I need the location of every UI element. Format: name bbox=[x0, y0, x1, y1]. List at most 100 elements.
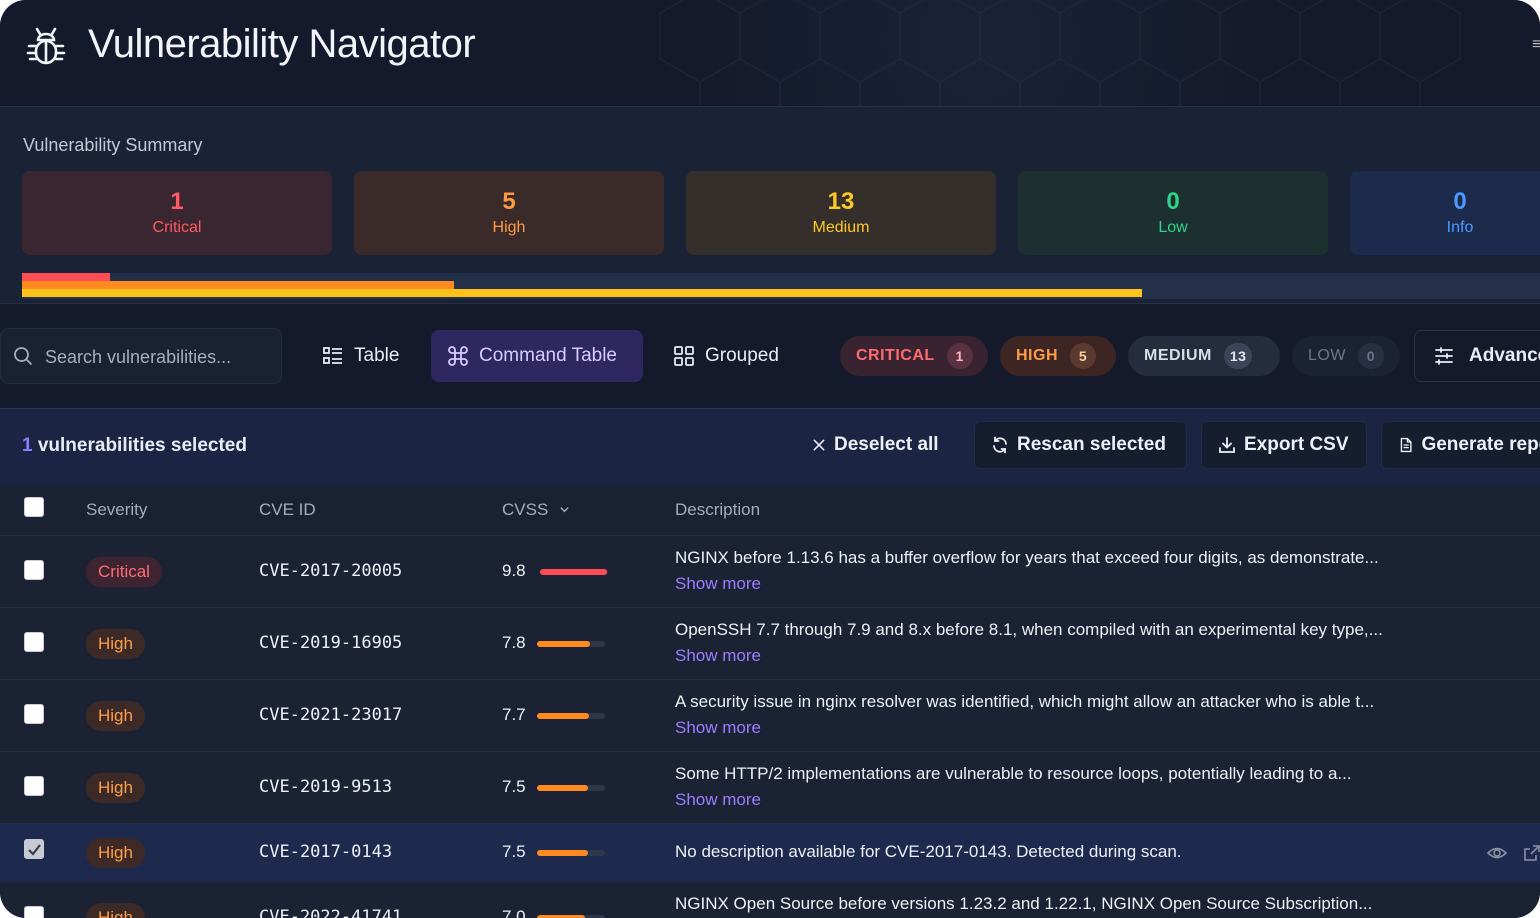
row-checkbox[interactable] bbox=[24, 704, 44, 724]
high-count: 5 bbox=[502, 188, 516, 215]
document-icon bbox=[1400, 437, 1412, 453]
row-checkbox[interactable] bbox=[24, 560, 44, 580]
rescan-selected-button[interactable]: Rescan selected bbox=[974, 421, 1187, 469]
command-icon bbox=[448, 346, 468, 366]
row-checkbox[interactable] bbox=[24, 632, 44, 652]
cve-id[interactable]: CVE-2017-0143 bbox=[259, 842, 392, 862]
show-more-link[interactable]: Show more bbox=[675, 718, 761, 738]
vulnerability-description: OpenSSH 7.7 through 7.9 and 8.x before 8… bbox=[675, 620, 1383, 639]
deselect-all-button[interactable]: Deselect all bbox=[796, 421, 955, 469]
summary-title: Vulnerability Summary bbox=[23, 135, 203, 155]
medium-label: Medium bbox=[812, 219, 870, 236]
medium-distribution-segment bbox=[22, 289, 1142, 297]
severity-column-header[interactable]: Severity bbox=[86, 500, 147, 520]
filter-medium-pill[interactable]: MEDIUM 13 bbox=[1128, 336, 1280, 376]
cve-id[interactable]: CVE-2019-9513 bbox=[259, 777, 392, 797]
cvss-score-bar bbox=[537, 713, 605, 719]
cvss-score-bar bbox=[537, 850, 605, 856]
low-label: Low bbox=[1158, 219, 1188, 236]
medium-stat-card[interactable]: 13 Medium bbox=[686, 171, 996, 255]
table-row[interactable]: High CVE-2022-41741 7.0 NGINX Open Source b… bbox=[0, 882, 1540, 918]
external-link-icon[interactable] bbox=[1522, 843, 1540, 863]
show-more-link[interactable]: Show more bbox=[675, 574, 761, 594]
vulnerability-description: Some HTTP/2 implementations are vulnerab… bbox=[675, 764, 1352, 783]
selection-text: vulnerabilities selected bbox=[32, 435, 247, 456]
export-csv-button[interactable]: Export CSV bbox=[1201, 421, 1367, 469]
chevron-down-icon bbox=[560, 507, 569, 513]
low-count: 0 bbox=[1166, 188, 1180, 215]
view-table-label: Table bbox=[354, 345, 400, 366]
high-label: High bbox=[492, 219, 526, 236]
advanced-filter-button[interactable]: Advanced bbox=[1414, 330, 1540, 382]
severity-badge: High bbox=[86, 838, 145, 868]
filter-medium-count: 13 bbox=[1223, 343, 1253, 369]
cvss-score-bar bbox=[540, 569, 608, 575]
vulnerability-description: NGINX before 1.13.6 has a buffer overflo… bbox=[675, 548, 1379, 567]
view-table-button[interactable]: Table bbox=[306, 330, 415, 382]
high-stat-card[interactable]: 5 High bbox=[354, 171, 664, 255]
vulnerability-description: No description available for CVE-2017-01… bbox=[675, 842, 1182, 861]
row-checkbox[interactable] bbox=[24, 776, 44, 796]
severity-badge: High bbox=[86, 701, 145, 731]
critical-distribution-segment bbox=[22, 273, 110, 281]
info-label: Info bbox=[1446, 219, 1474, 236]
severity-badge: High bbox=[86, 773, 145, 803]
show-more-link[interactable]: Show more bbox=[675, 646, 761, 666]
filter-high-pill[interactable]: HIGH 5 bbox=[1000, 336, 1116, 376]
cve-id[interactable]: CVE-2022-41741 bbox=[259, 907, 402, 918]
severity-badge: High bbox=[86, 903, 145, 918]
filter-medium-label: MEDIUM bbox=[1144, 347, 1212, 364]
rescan-selected-label: Rescan selected bbox=[1017, 434, 1166, 455]
app-title: Vulnerability Navigator bbox=[88, 22, 476, 66]
cvss-score-bar bbox=[537, 641, 605, 647]
filter-critical-pill[interactable]: CRITICAL 1 bbox=[840, 336, 988, 376]
table-row[interactable]: High CVE-2021-23017 7.7 A security issue in… bbox=[0, 680, 1540, 752]
header-menu-icon[interactable]: ≡ bbox=[1532, 36, 1540, 54]
low-stat-card[interactable]: 0 Low bbox=[1018, 171, 1328, 255]
cvss-score: 7.7 bbox=[502, 705, 526, 724]
info-stat-card[interactable]: 0 Info bbox=[1350, 171, 1540, 255]
cve-id-column-header[interactable]: CVE ID bbox=[259, 500, 316, 520]
row-checkbox[interactable] bbox=[24, 906, 44, 918]
description-column-header[interactable]: Description bbox=[675, 500, 760, 520]
cvss-score-bar-fill bbox=[537, 641, 590, 647]
table-row[interactable]: High CVE-2019-16905 7.8 OpenSSH 7.7 through… bbox=[0, 608, 1540, 680]
critical-label: Critical bbox=[152, 219, 202, 236]
cvss-score: 7.5 bbox=[502, 777, 526, 796]
table-row[interactable]: Critical CVE-2017-20005 9.8 NGINX before 1.… bbox=[0, 536, 1540, 608]
cvss-score-bar bbox=[537, 785, 605, 791]
advanced-label: Advanced bbox=[1469, 345, 1540, 366]
critical-stat-card[interactable]: 1 Critical bbox=[22, 171, 332, 255]
severity-badge: Critical bbox=[86, 557, 162, 587]
cvss-score: 7.8 bbox=[502, 633, 526, 652]
filter-high-label: HIGH bbox=[1016, 347, 1058, 364]
select-all-checkbox[interactable] bbox=[24, 497, 44, 517]
filter-critical-count: 1 bbox=[946, 343, 973, 369]
eye-icon[interactable] bbox=[1487, 843, 1507, 863]
search-box[interactable] bbox=[0, 328, 282, 384]
filter-low-count: 0 bbox=[1357, 343, 1384, 369]
cve-id[interactable]: CVE-2017-20005 bbox=[259, 561, 402, 581]
generate-report-button[interactable]: Generate report bbox=[1381, 421, 1540, 469]
view-command-table-label: Command Table bbox=[479, 345, 618, 366]
cve-id[interactable]: CVE-2021-23017 bbox=[259, 705, 402, 725]
show-more-link[interactable]: Show more bbox=[675, 790, 761, 810]
sliders-icon bbox=[1435, 347, 1453, 365]
cve-id[interactable]: CVE-2019-16905 bbox=[259, 633, 402, 653]
app-header: Vulnerability Navigator ≡ bbox=[0, 0, 1540, 106]
row-checkbox[interactable] bbox=[24, 839, 44, 859]
cvss-score-bar-fill bbox=[540, 569, 607, 575]
view-command-table-button[interactable]: Command Table bbox=[431, 330, 643, 382]
table-row[interactable]: High CVE-2017-0143 7.5 No description avail… bbox=[0, 824, 1540, 882]
close-icon bbox=[813, 439, 825, 451]
table-row[interactable]: High CVE-2019-9513 7.5 Some HTTP/2 implemen… bbox=[0, 752, 1540, 824]
filter-low-pill[interactable]: LOW 0 bbox=[1292, 336, 1400, 376]
cvss-column-header[interactable]: CVSS bbox=[502, 500, 570, 520]
medium-count: 13 bbox=[827, 188, 855, 215]
search-input[interactable] bbox=[45, 341, 275, 373]
view-grouped-button[interactable]: Grouped bbox=[657, 330, 795, 382]
severity-badge: High bbox=[86, 629, 145, 659]
deselect-all-label: Deselect all bbox=[834, 434, 939, 455]
checkmark-icon bbox=[28, 844, 41, 856]
refresh-icon bbox=[993, 436, 1007, 454]
